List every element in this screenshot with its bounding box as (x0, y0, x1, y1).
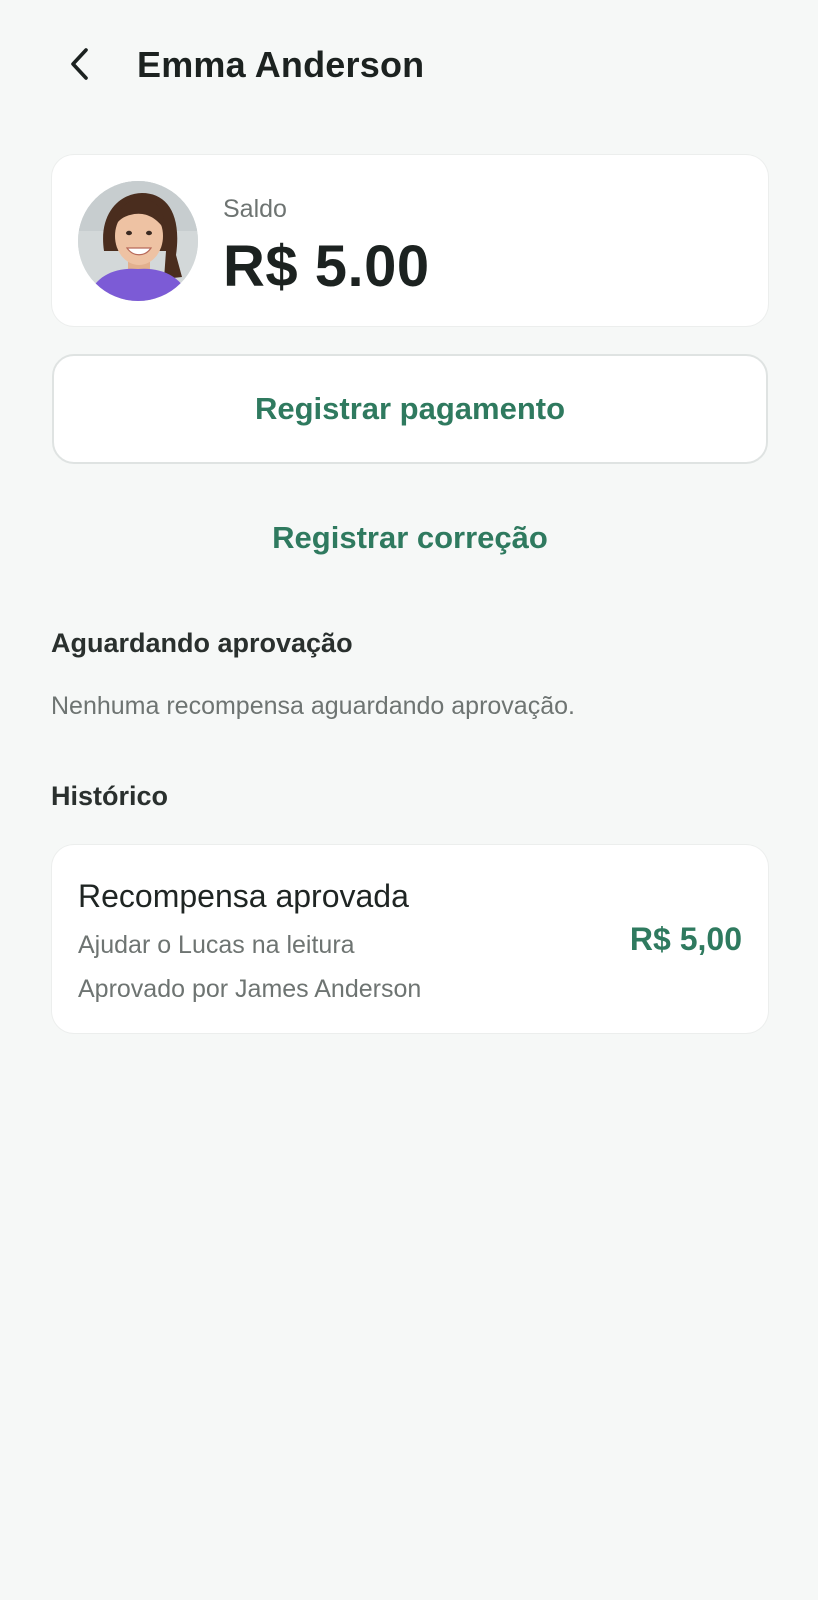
header: Emma Anderson (0, 30, 818, 100)
avatar-photo (78, 181, 198, 301)
register-correction-button[interactable]: Registrar correção (52, 500, 768, 576)
pending-section-title: Aguardando aprovação (51, 628, 353, 658)
history-item[interactable]: Recompensa aprovada Ajudar o Lucas na le… (52, 845, 768, 1033)
history-item-title: Recompensa aprovada (78, 878, 409, 914)
history-item-description: Ajudar o Lucas na leitura (78, 931, 355, 959)
register-correction-label: Registrar correção (272, 520, 548, 555)
history-section-title: Histórico (51, 781, 169, 811)
avatar (78, 181, 198, 301)
register-payment-label: Registrar pagamento (254, 391, 566, 426)
back-button[interactable] (56, 40, 104, 88)
balance-card: Saldo R$ 5.00 (52, 155, 768, 326)
history-item-approver: Aprovado por James Anderson (78, 975, 422, 1003)
screen: Emma Anderson Saldo R$ 5.00 Registrar pa… (0, 0, 818, 1600)
balance-label: Saldo (223, 195, 287, 223)
balance-value: R$ 5.00 (223, 234, 430, 299)
history-item-amount: R$ 5,00 (629, 921, 742, 957)
page-title: Emma Anderson (137, 44, 425, 85)
pending-empty-message: Nenhuma recompensa aguardando aprovação. (51, 692, 575, 720)
chevron-left-icon (71, 48, 88, 80)
register-payment-button[interactable]: Registrar pagamento (52, 354, 768, 464)
